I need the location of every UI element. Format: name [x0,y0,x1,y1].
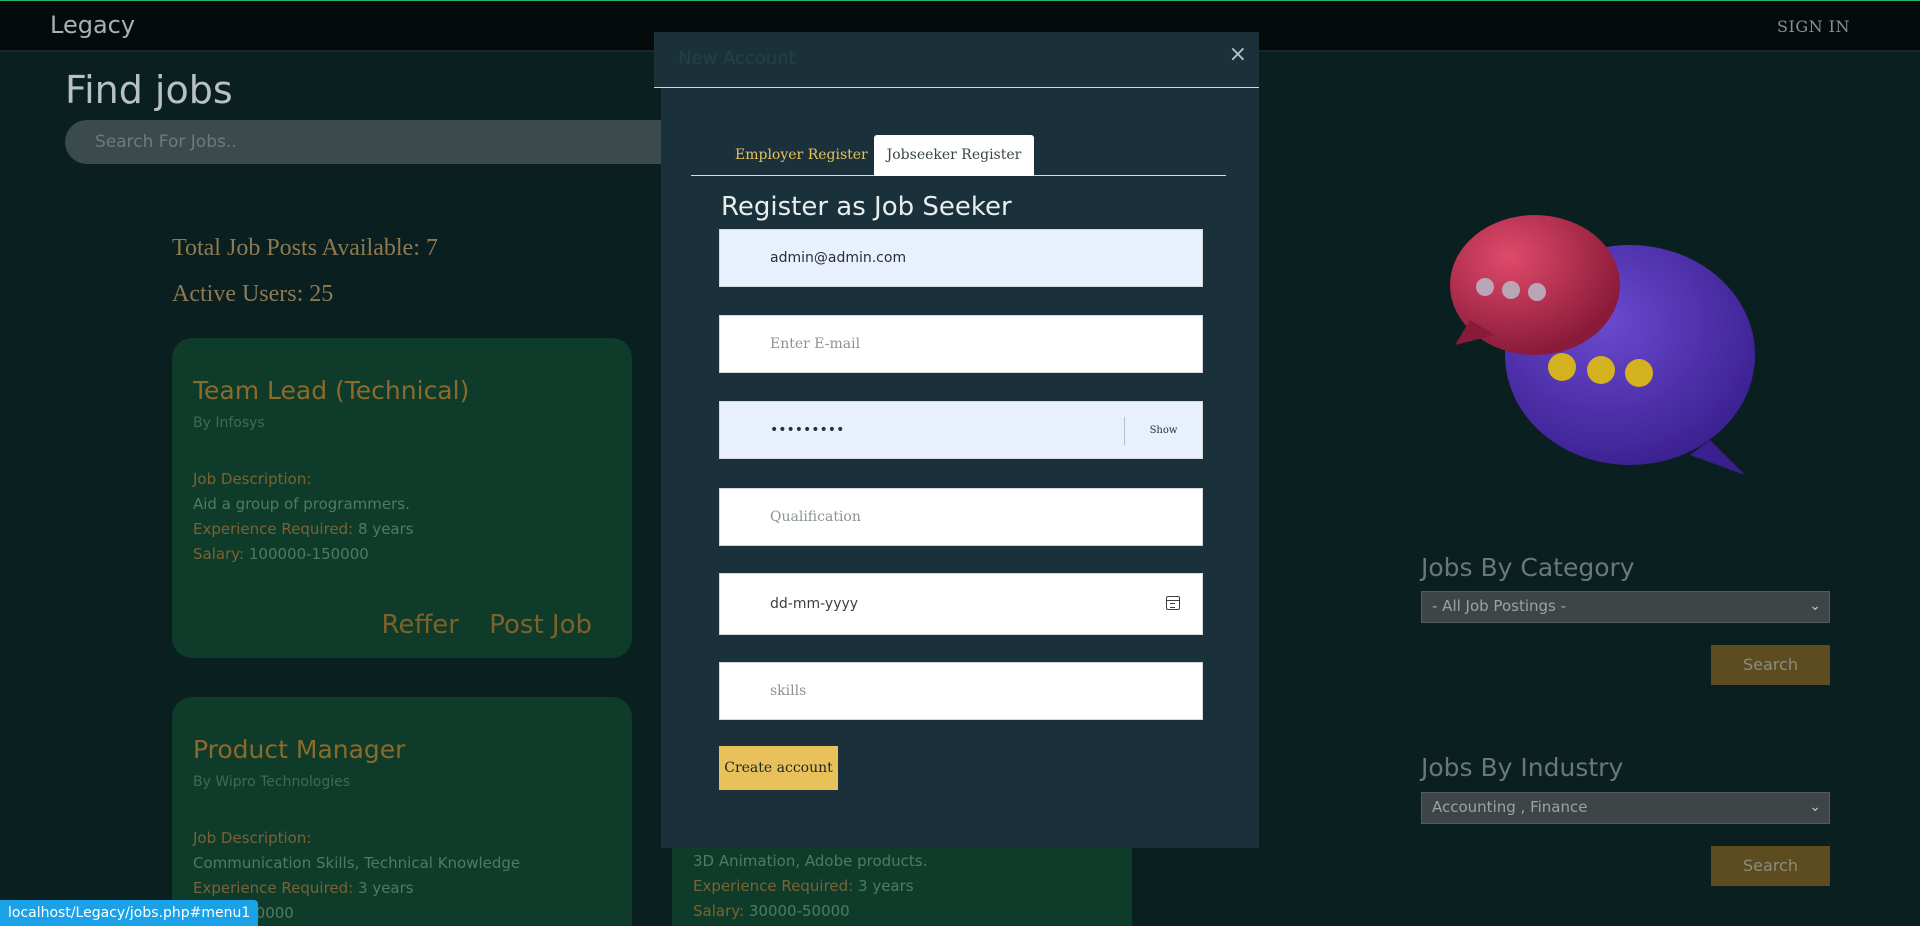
job-desc-label: Job Description: [193,470,312,488]
skills-field[interactable]: skills [719,662,1203,720]
qualification-placeholder: Qualification [770,509,861,525]
category-search-button[interactable]: Search [1711,645,1830,685]
category-heading: Jobs By Category [1421,553,1635,582]
modal-body: Employer Register Jobseeker Register Reg… [661,88,1259,848]
username-value: admin@admin.com [770,250,907,266]
job-card: Product Manager By Wipro Technologies Jo… [172,697,632,926]
job-search-input[interactable]: Search For Jobs.. [65,120,685,164]
category-selected: - All Job Postings - [1432,597,1567,615]
modal-header: New Account × [654,32,1259,88]
refer-link[interactable]: Reffer [381,610,459,640]
industry-selected: Accounting , Finance [1432,798,1588,816]
category-select[interactable]: - All Job Postings - ⌄ [1421,591,1830,623]
job-exp: 3 years [853,877,914,895]
new-account-modal: New Account × Employer Register Jobseeke… [654,32,1259,848]
industry-select[interactable]: Accounting , Finance ⌄ [1421,792,1830,824]
job-exp-label: Experience Required: [193,520,354,538]
date-of-birth-field[interactable]: dd-mm-yyyy [719,573,1203,635]
email-placeholder: Enter E-mail [770,336,861,352]
industry-heading: Jobs By Industry [1421,753,1624,782]
password-field[interactable]: ••••••••• Show [719,401,1203,459]
job-exp-label: Experience Required: [193,879,354,897]
job-salary-label: Salary: [693,902,745,920]
job-salary: 100000-150000 [244,545,369,563]
post-job-link[interactable]: Post Job [489,610,592,640]
job-desc: Aid a group of programmers. [193,495,410,513]
password-value: ••••••••• [770,422,845,438]
total-posts-stat: Total Job Posts Available: 7 [172,235,438,261]
chat-bubbles-illustration [1450,215,1755,475]
form-heading: Register as Job Seeker [721,192,1012,222]
chevron-down-icon: ⌄ [1809,799,1821,815]
register-tabs: Employer Register Jobseeker Register [691,135,1226,176]
sign-in-link[interactable]: SIGN IN [1777,17,1850,36]
job-company: By Wipro Technologies [193,774,351,790]
username-field[interactable]: admin@admin.com [719,229,1203,287]
job-exp-label: Experience Required: [693,877,854,895]
tab-employer-register[interactable]: Employer Register [719,135,884,176]
job-search-placeholder: Search For Jobs.. [95,132,237,152]
job-title: Team Lead (Technical) [193,376,470,405]
show-password-button[interactable]: Show [1124,417,1202,445]
active-users-stat: Active Users: 25 [172,281,334,307]
calendar-icon[interactable] [1166,596,1180,610]
job-salary-label: Salary: [193,545,245,563]
page-title: Find jobs [65,68,233,112]
brand-logo[interactable]: Legacy [50,11,135,39]
job-desc-label: Job Description: [193,829,312,847]
email-field[interactable]: Enter E-mail [719,315,1203,373]
job-title: Product Manager [193,735,406,764]
skills-placeholder: skills [770,683,807,699]
modal-title: New Account [678,48,796,69]
browser-status-url: localhost/Legacy/jobs.php#menu1 [0,900,259,926]
job-company: By Infosys [193,415,265,431]
chevron-down-icon: ⌄ [1809,598,1821,614]
industry-search-button[interactable]: Search [1711,846,1830,886]
job-card: Team Lead (Technical) By Infosys Job Des… [172,338,632,658]
qualification-field[interactable]: Qualification [719,488,1203,546]
job-salary: 30000-50000 [744,902,850,920]
job-desc: 3D Animation, Adobe products. [693,852,928,870]
job-desc: Communication Skills, Technical Knowledg… [193,854,521,872]
close-icon[interactable]: × [1229,42,1247,67]
tab-jobseeker-register[interactable]: Jobseeker Register [874,135,1034,176]
job-exp: 8 years [353,520,414,538]
dob-value: dd-mm-yyyy [770,596,859,612]
create-account-button[interactable]: Create account [719,746,838,790]
job-exp: 3 years [353,879,414,897]
